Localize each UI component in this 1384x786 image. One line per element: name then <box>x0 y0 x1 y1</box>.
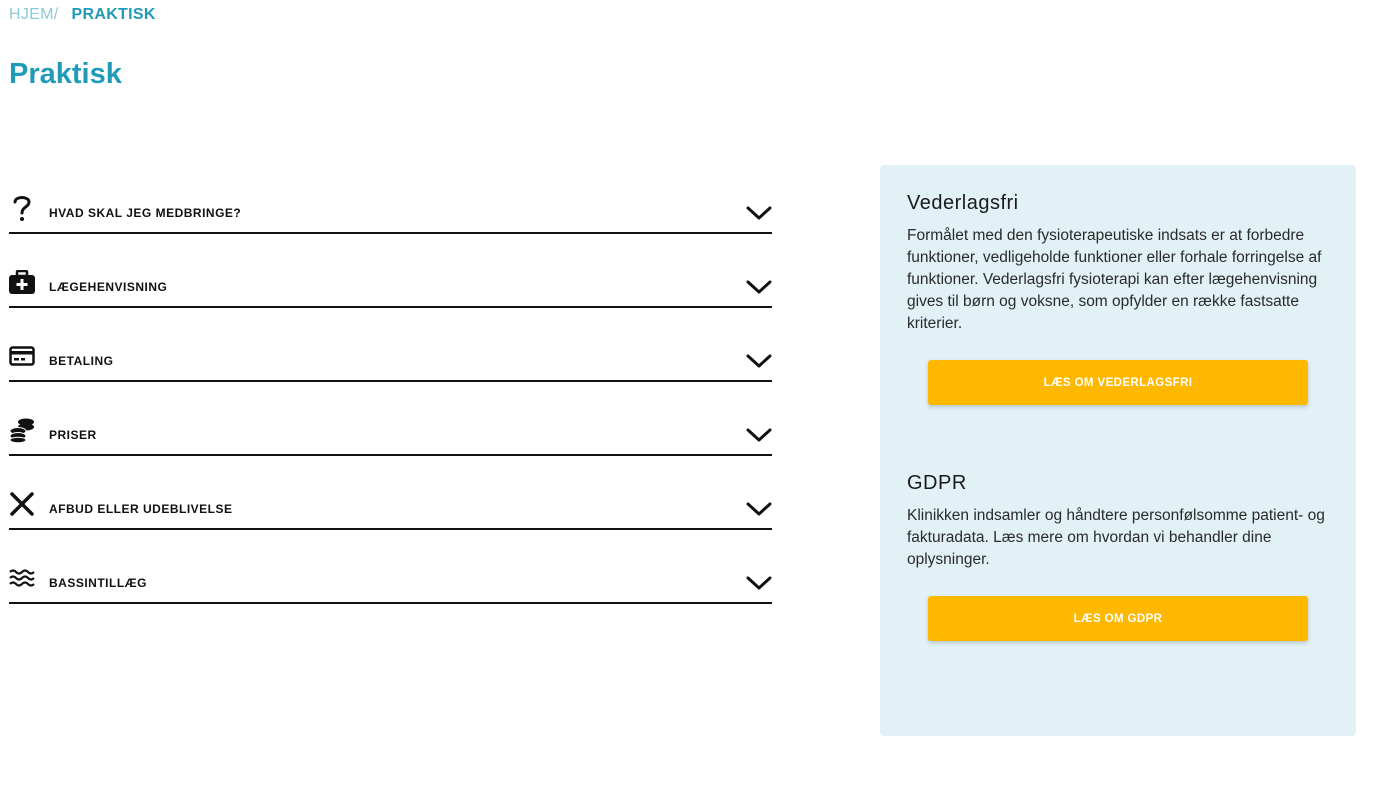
accordion-item-priser[interactable]: PRISER <box>9 382 772 456</box>
chevron-down-icon[interactable] <box>746 278 772 296</box>
credit-card-icon <box>9 342 35 370</box>
breadcrumb: HJEM/ PRAKTISK <box>9 6 156 24</box>
breadcrumb-separator: / <box>53 6 59 23</box>
medical-kit-icon <box>9 268 35 296</box>
accordion-item-label: BETALING <box>49 354 114 368</box>
gdpr-text: Klinikken indsamler og håndtere personfø… <box>907 507 1325 568</box>
chevron-down-icon[interactable] <box>746 500 772 518</box>
accordion-item-medbringe[interactable]: HVAD SKAL JEG MEDBRINGE? <box>9 160 772 234</box>
accordion-item-afbud[interactable]: AFBUD ELLER UDEBLIVELSE <box>9 456 772 530</box>
breadcrumb-home-link[interactable]: HJEM <box>9 6 54 23</box>
chevron-down-icon[interactable] <box>746 352 772 370</box>
cross-icon <box>9 490 35 518</box>
info-panel: Vederlagsfri Formålet med den fysioterap… <box>880 165 1356 736</box>
chevron-down-icon[interactable] <box>746 426 772 444</box>
vederlagsfri-text: Formålet med den fysioterapeutiske indsa… <box>907 227 1322 332</box>
accordion-item-bassintillaeg[interactable]: BASSINTILLÆG <box>9 530 772 604</box>
page-title: Praktisk <box>9 58 122 90</box>
water-waves-icon <box>9 564 35 592</box>
accordion-item-label: PRISER <box>49 428 97 442</box>
coins-icon <box>9 416 35 444</box>
chevron-down-icon[interactable] <box>746 204 772 222</box>
accordion-item-laegehenvisning[interactable]: LÆGEHENVISNING <box>9 234 772 308</box>
accordion-item-label: AFBUD ELLER UDEBLIVELSE <box>49 502 233 516</box>
accordion-item-betaling[interactable]: BETALING <box>9 308 772 382</box>
breadcrumb-current: PRAKTISK <box>71 6 156 23</box>
vederlagsfri-heading: Vederlagsfri <box>907 192 1019 214</box>
chevron-down-icon[interactable] <box>746 574 772 592</box>
accordion-item-label: LÆGEHENVISNING <box>49 280 168 294</box>
accordion: HVAD SKAL JEG MEDBRINGE? LÆGEHENVISNING … <box>9 160 772 604</box>
gdpr-heading: GDPR <box>907 472 967 494</box>
question-icon <box>9 194 35 222</box>
read-gdpr-button[interactable]: LÆS OM GDPR <box>928 596 1308 641</box>
accordion-item-label: HVAD SKAL JEG MEDBRINGE? <box>49 206 242 220</box>
accordion-item-label: BASSINTILLÆG <box>49 576 147 590</box>
read-vederlagsfri-button[interactable]: LÆS OM VEDERLAGSFRI <box>928 360 1308 405</box>
